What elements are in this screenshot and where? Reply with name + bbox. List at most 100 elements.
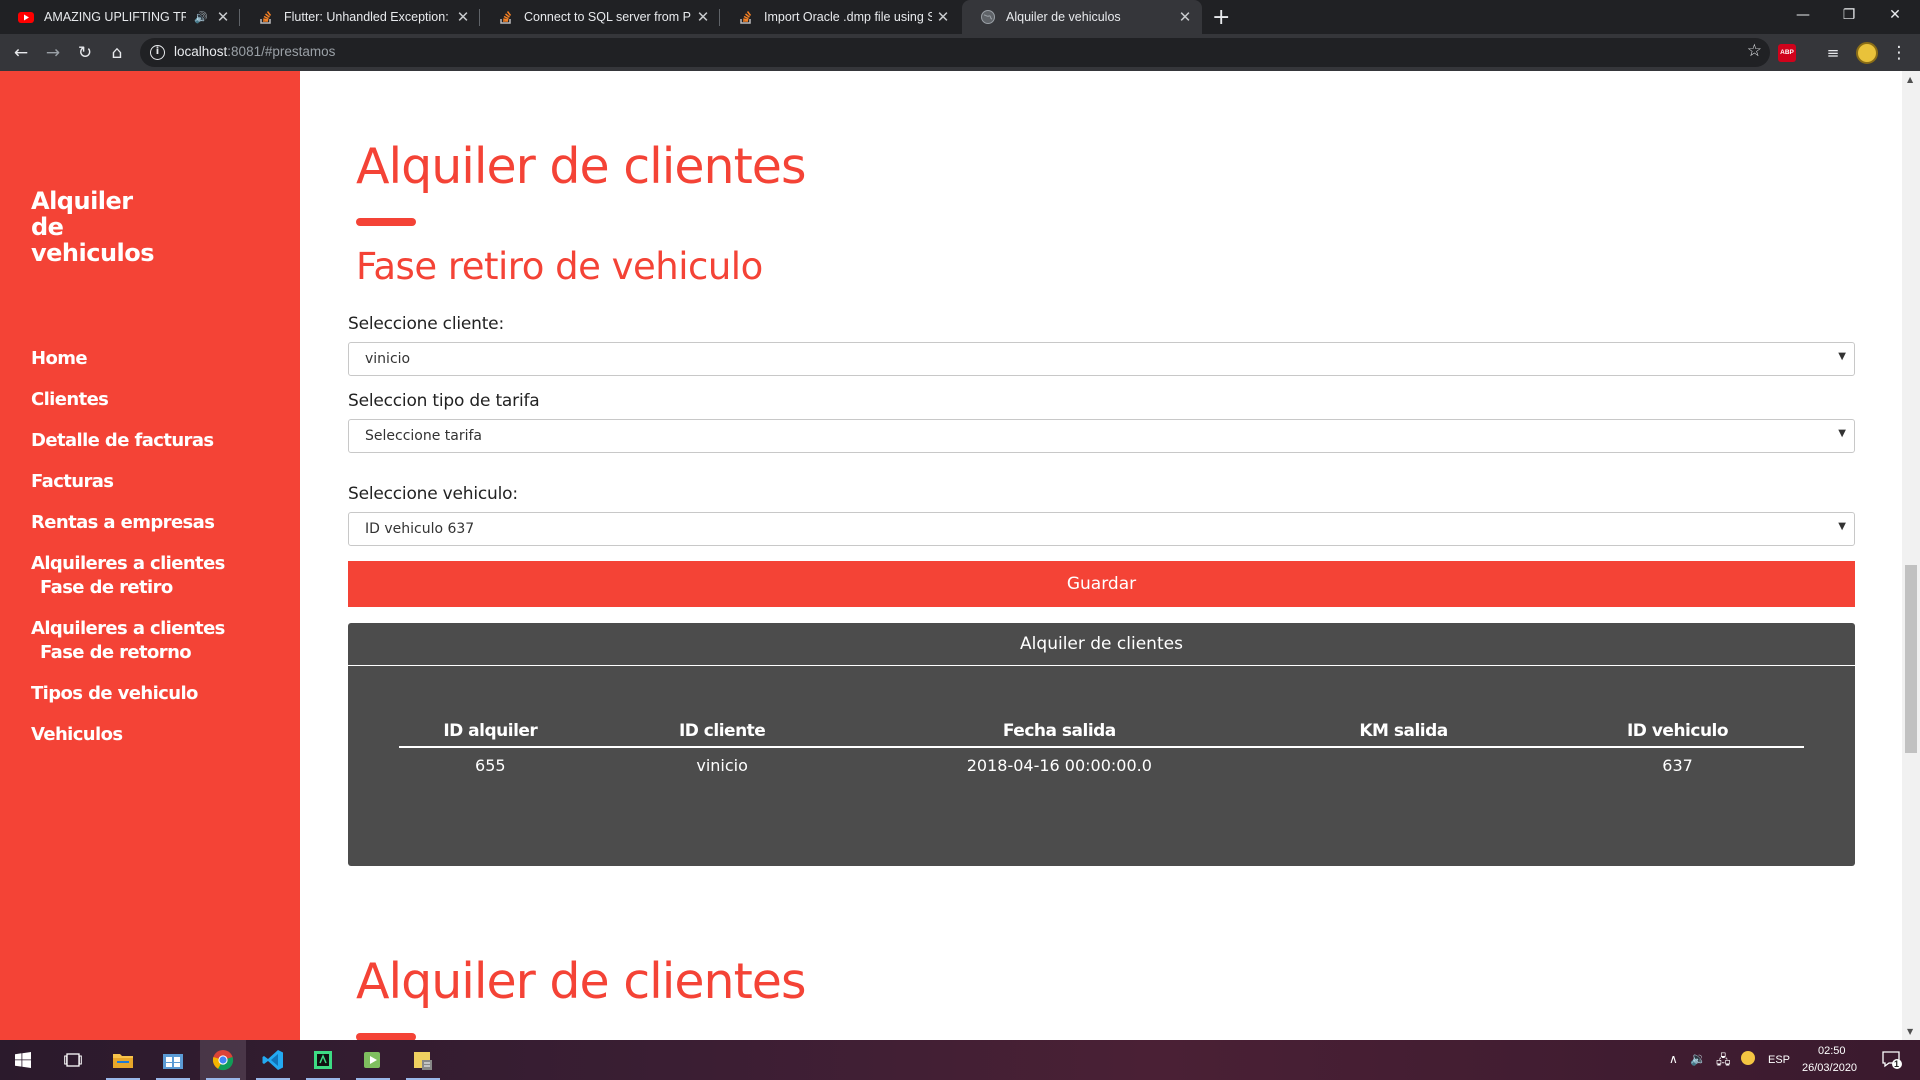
table-header-row: ID alquiler ID cliente Fecha salida KM s…: [399, 715, 1804, 748]
sidebar-item-label: Facturas: [31, 471, 114, 492]
page-scrollbar[interactable]: ▲ ▼: [1902, 71, 1920, 1040]
cliente-label: Seleccione cliente:: [348, 314, 504, 334]
network-icon[interactable]: 🖧: [1716, 1051, 1731, 1073]
vehiculo-label: Seleccione vehiculo:: [348, 484, 518, 504]
browser-tab-active[interactable]: Alquiler de vehiculos ✕: [962, 0, 1202, 34]
close-tab-icon[interactable]: ✕: [692, 8, 714, 26]
table-cell: 2018-04-16 00:00:00.0: [966, 756, 1152, 775]
browser-tab-2[interactable]: Flutter: Unhandled Exception: Se ✕: [240, 0, 480, 34]
minimize-icon[interactable]: —: [1780, 0, 1826, 30]
sql-developer-icon[interactable]: [400, 1040, 446, 1080]
media-control-icon[interactable]: ≡: [1820, 40, 1846, 66]
sidebar-item-label: Detalle de facturas: [31, 430, 214, 451]
sidebar-item-label: Tipos de vehiculo: [31, 683, 198, 704]
sidebar-item-tipos-vehiculo[interactable]: Tipos de vehiculo: [31, 682, 225, 706]
volume-icon[interactable]: 🔉: [1690, 1051, 1706, 1067]
sidebar-item-clientes[interactable]: Clientes: [31, 388, 225, 412]
column-header: KM salida: [1256, 715, 1552, 748]
page-title: Alquiler de clientes: [356, 138, 806, 195]
clock-date[interactable]: 26/03/2020: [1802, 1062, 1857, 1074]
android-studio-icon[interactable]: [300, 1040, 346, 1080]
sidebar-item-label: Vehiculos: [31, 724, 123, 745]
sidebar-item-detalle-facturas[interactable]: Detalle de facturas: [31, 429, 225, 453]
tab-title: Import Oracle .dmp file using SQ: [764, 10, 932, 24]
column-header: ID alquiler: [399, 715, 582, 748]
forward-icon[interactable]: →: [40, 40, 66, 66]
brand-title[interactable]: Alquiler de vehiculos: [31, 187, 155, 267]
browser-tab-3[interactable]: Connect to SQL server from PHP ✕: [480, 0, 720, 34]
vehiculo-select[interactable]: ID vehiculo 637 ▼: [348, 512, 1855, 546]
sidebar-item-label: Home: [31, 348, 88, 369]
panel-body: ID alquiler ID cliente Fecha salida KM s…: [348, 666, 1855, 866]
clock-time[interactable]: 02:50: [1818, 1045, 1846, 1057]
tarifa-label: Seleccion tipo de tarifa: [348, 391, 540, 411]
vehiculo-select-value: ID vehiculo 637: [365, 521, 475, 537]
title-underline: [356, 218, 416, 226]
scrollbar-thumb[interactable]: [1905, 565, 1917, 753]
browser-tab-4[interactable]: Import Oracle .dmp file using SQ ✕: [720, 0, 960, 34]
cliente-select-value: vinicio: [365, 351, 411, 367]
menu-kebab-icon[interactable]: ⋮: [1886, 40, 1912, 66]
table-cell: [1256, 747, 1551, 783]
new-tab-icon[interactable]: +: [1212, 5, 1230, 30]
brand-line: vehiculos: [31, 239, 155, 267]
save-button[interactable]: Guardar: [348, 561, 1855, 607]
column-header: Fecha salida: [862, 715, 1257, 748]
home-icon[interactable]: ⌂: [104, 40, 130, 66]
table-cell: vinicio: [696, 756, 748, 775]
site-info-icon[interactable]: i: [150, 45, 165, 60]
scroll-down-icon[interactable]: ▼: [1907, 1027, 1913, 1036]
tarifa-select[interactable]: Seleccione tarifa ▼: [348, 419, 1855, 453]
restore-icon[interactable]: ❐: [1826, 0, 1872, 30]
close-tab-icon[interactable]: ✕: [932, 8, 954, 26]
back-icon[interactable]: ←: [8, 40, 34, 66]
sidebar-item-facturas[interactable]: Facturas: [31, 470, 225, 494]
file-explorer-icon[interactable]: [100, 1040, 146, 1080]
table-cell: 637: [1662, 756, 1693, 775]
profile-avatar[interactable]: [1856, 42, 1878, 64]
weather-icon[interactable]: [1741, 1051, 1755, 1065]
show-hidden-icons[interactable]: ∧: [1669, 1052, 1678, 1066]
close-window-icon[interactable]: ✕: [1872, 0, 1918, 30]
sidebar-item-vehiculos[interactable]: Vehiculos: [31, 723, 225, 747]
sidebar-item-alquileres-retorno[interactable]: Alquileres a clientes Fase de retorno: [31, 617, 225, 665]
sidebar-item-sublabel: Fase de retiro: [40, 577, 173, 598]
sidebar-item-home[interactable]: Home: [31, 347, 225, 371]
sidebar-item-rentas-empresas[interactable]: Rentas a empresas: [31, 511, 225, 535]
bookmark-star-icon[interactable]: ☆: [1747, 41, 1762, 61]
url-path: :8081/#prestamos: [227, 44, 336, 59]
web-page: Alquiler de vehiculos Home Clientes Deta…: [0, 71, 1920, 1040]
sidebar-item-sublabel: Fase de retorno: [40, 642, 192, 663]
url-text[interactable]: localhost:8081/#prestamos: [174, 44, 335, 59]
chrome-icon[interactable]: [200, 1040, 246, 1080]
audio-playing-icon[interactable]: 🔊: [194, 11, 208, 24]
close-tab-icon[interactable]: ✕: [212, 8, 234, 26]
task-view-icon[interactable]: [50, 1040, 96, 1080]
column-header: ID vehiculo: [1551, 715, 1804, 748]
taskbar: ∧ 🔉 🖧 ESP 02:50 26/03/2020 1: [0, 1040, 1920, 1080]
globe-icon: [980, 9, 996, 25]
browser-toolbar: ← → ↻ ⌂ i localhost:8081/#prestamos ☆ AB…: [0, 34, 1920, 71]
url-host: localhost: [174, 44, 228, 59]
tab-strip: AMAZING UPLIFTING TRANC 🔊 ✕ Flutter: Unh…: [0, 0, 1920, 34]
scroll-up-icon[interactable]: ▲: [1907, 75, 1913, 84]
sidebar-item-label: Alquileres a clientes: [31, 618, 225, 639]
tarifa-select-value: Seleccione tarifa: [365, 428, 483, 444]
reload-icon[interactable]: ↻: [72, 40, 98, 66]
chevron-down-icon: ▼: [1838, 428, 1846, 439]
cliente-select[interactable]: vinicio ▼: [348, 342, 1855, 376]
brand-line: Alquiler: [31, 187, 133, 215]
media-icon[interactable]: [350, 1040, 396, 1080]
close-tab-icon[interactable]: ✕: [1174, 8, 1196, 26]
start-icon[interactable]: [0, 1040, 46, 1080]
tab-title: Connect to SQL server from PHP: [524, 10, 692, 24]
browser-tab-1[interactable]: AMAZING UPLIFTING TRANC 🔊 ✕: [0, 0, 240, 34]
language-indicator[interactable]: ESP: [1768, 1054, 1790, 1066]
sidebar-item-alquileres-retiro[interactable]: Alquileres a clientes Fase de retiro: [31, 552, 225, 600]
chevron-down-icon: ▼: [1838, 351, 1846, 362]
adblock-plus-icon[interactable]: ABP: [1778, 44, 1796, 62]
address-bar[interactable]: i localhost:8081/#prestamos ☆: [140, 38, 1770, 67]
close-tab-icon[interactable]: ✕: [452, 8, 474, 26]
vscode-icon[interactable]: [250, 1040, 296, 1080]
store-icon[interactable]: [150, 1040, 196, 1080]
